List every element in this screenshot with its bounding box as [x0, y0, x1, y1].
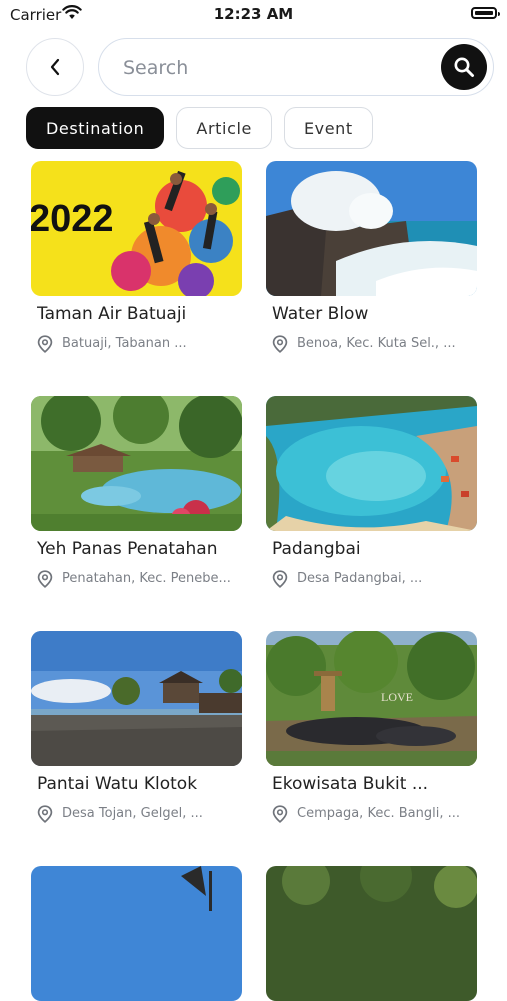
destination-image	[31, 396, 242, 531]
destination-card[interactable]: 2022 Taman Air Batuaji Batuaji, Tabanan …	[31, 161, 242, 353]
destination-image	[266, 161, 477, 296]
tab-event[interactable]: Event	[283, 107, 373, 149]
poster-year-text: 2022	[31, 198, 114, 240]
map-pin-icon	[37, 335, 53, 353]
destination-location: Desa Tojan, Gelgel, ...	[37, 805, 242, 823]
search-icon	[454, 57, 474, 77]
location-text: Cempaga, Kec. Bangli, ...	[297, 806, 460, 821]
search-bar	[98, 38, 494, 96]
love-sign-text: LOVE	[381, 690, 413, 704]
destination-card[interactable]	[266, 866, 477, 1001]
destination-location: Desa Padangbai, ...	[272, 570, 477, 588]
search-input[interactable]	[121, 51, 425, 85]
destination-location: Batuaji, Tabanan ...	[37, 335, 242, 353]
destination-card[interactable]: Water Blow Benoa, Kec. Kuta Sel., ...	[266, 161, 477, 353]
location-text: Desa Padangbai, ...	[297, 571, 423, 586]
destination-image: LOVE	[266, 631, 477, 766]
destination-title: Yeh Panas Penatahan	[37, 539, 218, 559]
location-text: Batuaji, Tabanan ...	[62, 336, 187, 351]
map-pin-icon	[37, 805, 53, 823]
destination-title: Ekowisata Bukit ...	[272, 774, 429, 794]
search-button[interactable]	[441, 44, 487, 90]
map-pin-icon	[272, 335, 288, 353]
destination-location: Cempaga, Kec. Bangli, ...	[272, 805, 477, 823]
destination-title: Padangbai	[272, 539, 361, 559]
destination-title: Water Blow	[272, 304, 369, 324]
map-pin-icon	[272, 570, 288, 588]
destination-image	[31, 866, 242, 1001]
destination-location: Benoa, Kec. Kuta Sel., ...	[272, 335, 477, 353]
status-time: 12:23 AM	[213, 5, 294, 23]
tab-article[interactable]: Article	[176, 107, 272, 149]
chevron-left-icon	[50, 58, 60, 76]
destination-image: 2022	[31, 161, 242, 296]
destination-card[interactable]: Pantai Watu Klotok Desa Tojan, Gelgel, .…	[31, 631, 242, 823]
destination-title: Pantai Watu Klotok	[37, 774, 198, 794]
location-text: Benoa, Kec. Kuta Sel., ...	[297, 336, 456, 351]
destination-card[interactable]: LOVE Ekowisata Bukit ... Cempaga, Kec. B…	[266, 631, 477, 823]
tab-destination[interactable]: Destination	[26, 107, 165, 149]
battery-icon	[471, 7, 500, 19]
destination-card[interactable]: Padangbai Desa Padangbai, ...	[266, 396, 477, 588]
destination-image	[31, 631, 242, 766]
map-pin-icon	[272, 805, 288, 823]
destination-card[interactable]	[31, 866, 242, 1001]
destination-image	[266, 866, 477, 1001]
location-text: Desa Tojan, Gelgel, ...	[62, 806, 203, 821]
destination-title: Taman Air Batuaji	[37, 304, 187, 324]
map-pin-icon	[37, 570, 53, 588]
destination-location: Penatahan, Kec. Penebe...	[37, 570, 242, 588]
back-button[interactable]	[26, 38, 84, 96]
location-text: Penatahan, Kec. Penebe...	[62, 571, 231, 586]
destination-card[interactable]: Yeh Panas Penatahan Penatahan, Kec. Pene…	[31, 396, 242, 588]
destination-image	[266, 396, 477, 531]
status-bar: Carrier 12:23 AM	[0, 0, 507, 28]
category-tabs: Destination Article Event	[26, 107, 373, 149]
